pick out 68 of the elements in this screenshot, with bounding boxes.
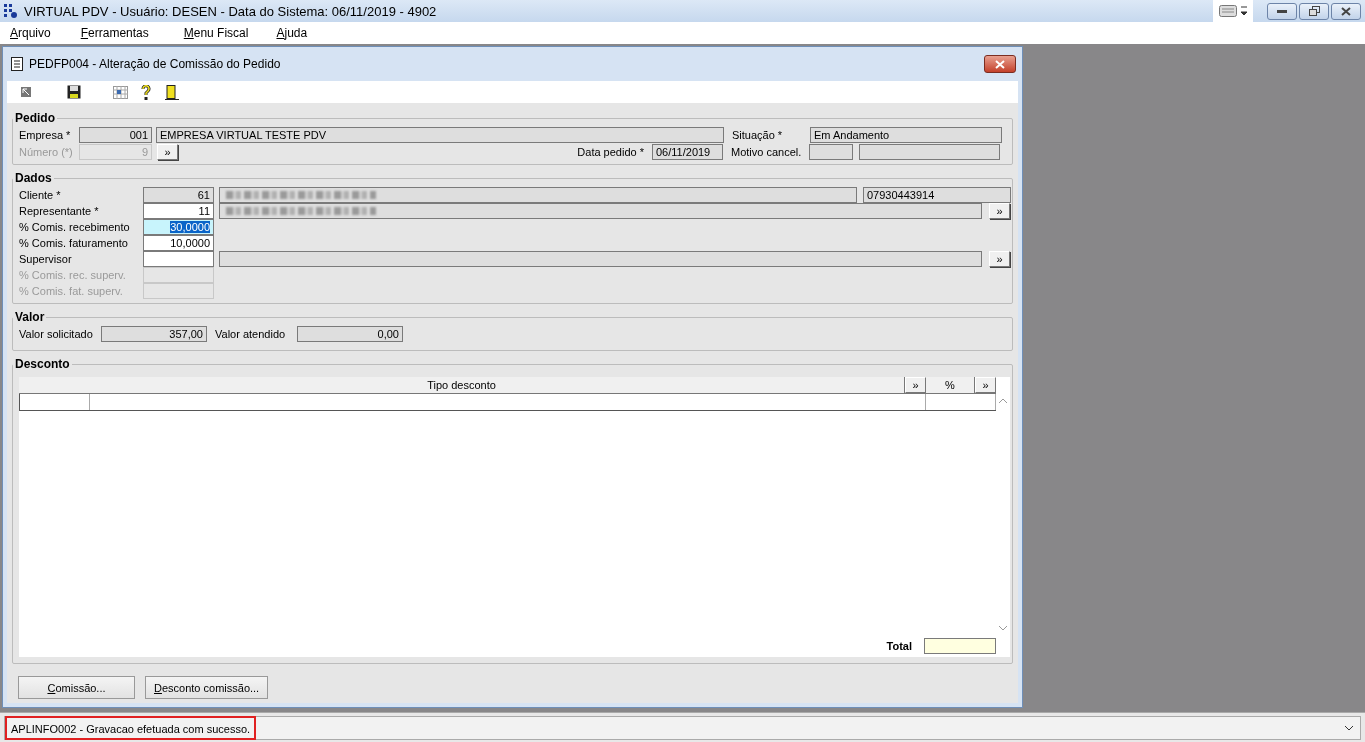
group-title: Valor: [14, 310, 46, 324]
field-label: Data pedido *: [576, 146, 645, 158]
input-field: 357,00: [101, 326, 207, 342]
restore-button[interactable]: [1299, 2, 1329, 20]
close-icon: [1341, 6, 1351, 16]
minimize-button[interactable]: [1267, 2, 1297, 20]
status-message: APLINFO002 - Gravacao efetuada com sucesso.: [5, 715, 257, 740]
column-lookup-button[interactable]: »: [975, 377, 996, 393]
field-label: % Comis. rec. superv.: [19, 269, 127, 281]
dropdown-caret-icon[interactable]: [1344, 724, 1354, 731]
menu-item[interactable]: Arquivo: [10, 26, 51, 40]
status-combo[interactable]: APLINFO002 - Gravacao efetuada com sucesso.: [4, 715, 1361, 740]
menu-item[interactable]: Menu Fiscal: [183, 26, 249, 40]
input-field: 0,00: [297, 326, 403, 342]
caret-icon[interactable]: [1241, 6, 1247, 16]
group-title: Pedido: [14, 111, 56, 125]
table-row[interactable]: [19, 394, 996, 411]
column-lookup-button[interactable]: »: [905, 377, 926, 393]
close-button[interactable]: [1331, 2, 1361, 20]
field-label: Número (*): [19, 146, 74, 158]
name-field: EMPRESA VIRTUAL TESTE PDV: [156, 127, 724, 143]
keyboard-tray[interactable]: [1213, 0, 1253, 22]
app-icon: [4, 3, 18, 19]
date-field: 06/11/2019: [652, 144, 723, 160]
field-label: Representante *: [19, 205, 100, 217]
close-icon: [995, 59, 1005, 69]
grid-icon: [112, 85, 128, 99]
field-label: Situação *: [731, 129, 784, 141]
group-title: Dados: [14, 171, 53, 185]
question-mark-icon: [141, 84, 151, 100]
input-field: 9: [79, 144, 152, 160]
arrow-icon: [20, 86, 32, 98]
input-field[interactable]: 61: [143, 187, 214, 203]
app-title: VIRTUAL PDV - Usuário: DESEN - Data do Sistema: 06/11/2019 - 4902: [24, 3, 438, 19]
field-label: Valor solicitado: [19, 328, 94, 340]
action-button[interactable]: Comissão...: [18, 676, 135, 699]
total-label: Total: [886, 640, 912, 652]
document-icon: [11, 57, 23, 71]
field-label: % Comis. faturamento: [19, 237, 129, 249]
status-field: Em Andamento: [810, 127, 1002, 143]
lookup-button[interactable]: »: [989, 203, 1010, 219]
field-label: Motivo cancel.: [730, 146, 803, 158]
total-field: [924, 638, 996, 654]
field-label: Empresa *: [19, 129, 72, 141]
field-label: Cliente *: [19, 189, 62, 201]
input-field[interactable]: 10,0000: [143, 235, 214, 251]
lookup-button[interactable]: »: [989, 251, 1010, 267]
group-title: Desconto: [14, 357, 71, 371]
input-field: [809, 144, 853, 160]
menu-item[interactable]: Ferramentas: [80, 26, 149, 40]
action-button[interactable]: Desconto comissão...: [145, 676, 269, 699]
field-label: % Comis. fat. superv.: [19, 285, 124, 297]
scroll-down-icon[interactable]: [999, 626, 1007, 631]
window-title: PEDFP004 - Alteração de Comissão do Pedido: [29, 57, 282, 71]
minimize-icon: [1277, 9, 1287, 13]
door-icon: [165, 84, 179, 100]
scroll-up-icon[interactable]: [999, 398, 1007, 403]
restore-icon: [1308, 6, 1320, 16]
input-field: 001: [79, 127, 152, 143]
input-field[interactable]: 30,0000: [143, 219, 214, 235]
input-field[interactable]: 11: [143, 203, 214, 219]
field-label: Supervisor: [19, 253, 73, 265]
menu-item[interactable]: Ajuda: [276, 26, 308, 40]
input-field[interactable]: [143, 251, 214, 267]
field-label: % Comis. recebimento: [19, 221, 131, 233]
document-field: 07930443914: [863, 187, 1011, 203]
close-button[interactable]: [984, 55, 1016, 73]
field-label: Valor atendido: [215, 328, 287, 340]
